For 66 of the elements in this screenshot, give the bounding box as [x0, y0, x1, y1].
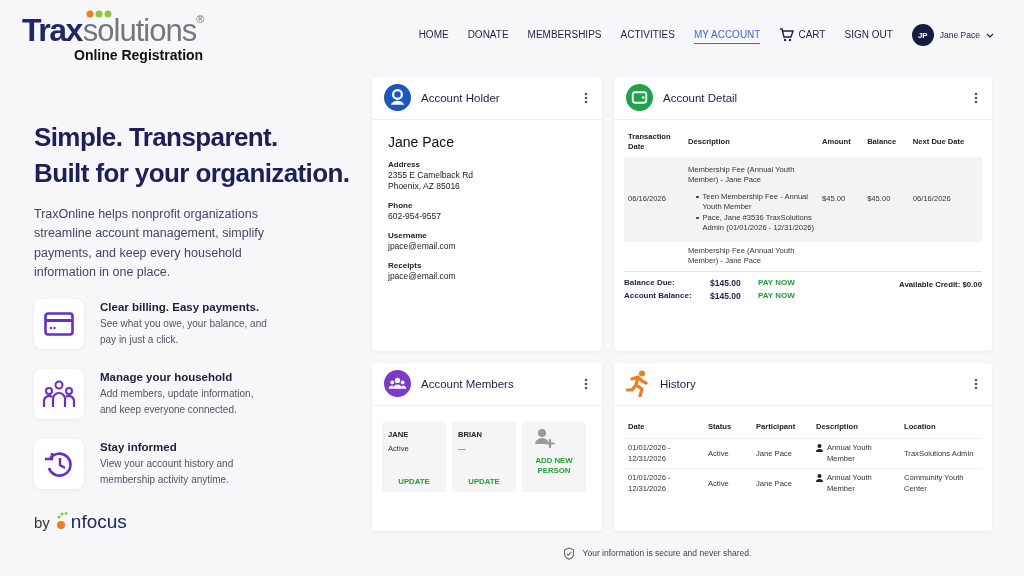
headline: Simple. Transparent. [34, 120, 279, 154]
feature-text: See what you owe, your balance, and pay in just a click. [100, 316, 268, 348]
family-icon [43, 379, 75, 408]
feature-title: Clear billing. Easy payments. [100, 300, 261, 313]
user-avatar: JP [911, 24, 934, 46]
group-icon [384, 370, 411, 398]
feature-text: View your account history and membership activity anytime. [100, 456, 235, 488]
card-title: Account Members [421, 377, 515, 390]
person-icon [816, 474, 823, 483]
more-menu-icon[interactable] [974, 91, 978, 104]
field-label: Phone [388, 200, 414, 210]
field-value: 602-954-9557 [388, 210, 442, 222]
wallet-icon [626, 84, 653, 112]
card-title: Account Detail [663, 91, 739, 104]
more-menu-icon[interactable] [584, 377, 588, 390]
cart-link[interactable]: CART [779, 24, 826, 46]
field-value: jpace@email.com [388, 270, 457, 282]
running-person-icon [626, 370, 650, 398]
credit-card-icon [44, 311, 74, 336]
field-value: jpace@email.com [388, 240, 457, 252]
bullet-icon [696, 216, 699, 220]
shield-check-icon [562, 546, 575, 560]
nav-link[interactable]: SIGN OUT [844, 26, 893, 44]
summary-amount: $145.00 [710, 277, 742, 288]
byline-text: by [34, 513, 50, 531]
summary-amount: $145.00 [710, 290, 742, 301]
nav-link[interactable]: MEMBERSHIPS [527, 26, 602, 44]
registered-mark: ® [196, 14, 205, 25]
summary-label: Account Balance: [624, 291, 693, 301]
field-value: Phoenix, AZ 85016 [388, 180, 461, 192]
nav-link[interactable]: ACTIVITIES [620, 26, 675, 44]
more-menu-icon[interactable] [974, 377, 978, 390]
holder-name: Jane Pace [388, 133, 456, 150]
pay-now-link[interactable]: PAY NOW [758, 291, 795, 301]
card-title: History [660, 377, 697, 390]
person-icon [816, 444, 823, 453]
nav-link[interactable]: MY ACCOUNT [693, 26, 761, 44]
feature-text: Add members, update information, and keep everyone connected. [100, 386, 255, 418]
bullet-icon [696, 195, 699, 199]
feature-title: Stay informed [100, 440, 178, 453]
history-icon [44, 449, 74, 478]
logo-trax-text: Trax [22, 14, 82, 46]
nav-link[interactable]: HOME [418, 26, 449, 44]
add-person-icon[interactable] [534, 427, 556, 450]
field-label: Address [388, 159, 421, 169]
dots-logo-icon [55, 510, 68, 531]
security-note: Your information is secure and never shared. [582, 548, 752, 559]
field-label: Username [388, 230, 428, 240]
chevron-down-icon [986, 32, 994, 38]
more-menu-icon[interactable] [584, 91, 588, 104]
brand-logo-text: nfocus [70, 511, 127, 531]
user-menu[interactable]: JP Jane Pace [911, 24, 994, 46]
field-label: Receipts [388, 260, 423, 270]
feature-title: Manage your household [100, 370, 234, 383]
intro-paragraph: TraxOnline helps nonprofit organizations streamline account management, simplify payments, and keep every household information in one place. [34, 205, 265, 282]
field-value: 2355 E Camelback Rd [388, 169, 475, 181]
person-icon [384, 84, 411, 112]
logo-solutions-text: solutions [82, 15, 197, 46]
cart-icon [779, 27, 795, 42]
summary-label: Balance Due: [624, 278, 676, 288]
headline: Built for your organization. [34, 156, 351, 190]
pay-now-link[interactable]: PAY NOW [758, 278, 795, 288]
logo-dots-icon [86, 10, 112, 18]
logo-subtitle: Online Registration [74, 47, 205, 63]
card-title: Account Holder [421, 91, 501, 104]
nav-link[interactable]: DONATE [467, 26, 509, 44]
